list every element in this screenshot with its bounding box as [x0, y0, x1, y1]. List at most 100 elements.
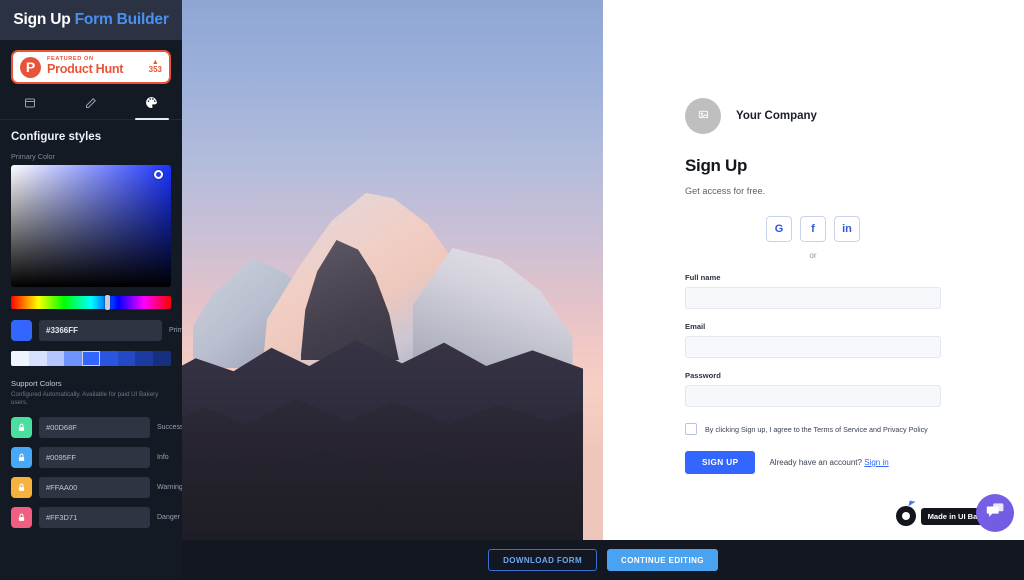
support-tag-label: Info	[157, 453, 169, 461]
field-password: Password	[685, 371, 941, 407]
shade-palette[interactable]	[11, 351, 171, 366]
shade-swatch[interactable]	[82, 351, 100, 366]
ui-bakery-dot	[901, 512, 910, 520]
lock-icon	[11, 476, 32, 498]
email-label: Email	[685, 322, 706, 331]
social-login-buttons: G f in	[685, 216, 941, 242]
chat-widget-button[interactable]	[976, 494, 1014, 532]
field-email: Email	[685, 322, 941, 358]
support-color-list: Success Info Warning Danger	[11, 416, 182, 528]
product-hunt-name: Product Hunt	[47, 62, 124, 77]
support-tag-label: Success	[157, 423, 182, 431]
support-color-row: Success	[11, 416, 182, 438]
tab-layout[interactable]	[0, 90, 61, 119]
mountain-peak	[183, 188, 603, 368]
shade-swatch[interactable]	[135, 351, 154, 366]
email-input[interactable]	[685, 336, 941, 358]
terms-checkbox[interactable]	[685, 423, 697, 435]
terms-text: By clicking Sign up, I agree to the Term…	[705, 424, 928, 434]
password-label: Password	[685, 371, 721, 380]
support-color-row: Warning	[11, 476, 182, 498]
linkedin-login-button[interactable]: in	[834, 216, 860, 242]
lock-icon	[11, 506, 32, 528]
upvote-count: 353	[148, 65, 162, 75]
shade-swatch[interactable]	[11, 351, 29, 366]
google-login-button[interactable]: G	[766, 216, 792, 242]
facebook-login-button[interactable]: f	[800, 216, 826, 242]
continue-editing-button[interactable]: CONTINUE EDITING	[607, 549, 718, 571]
tab-edit[interactable]	[61, 90, 122, 119]
form-title: Sign Up	[685, 156, 748, 175]
image-placeholder-icon	[698, 107, 709, 125]
window-icon	[24, 96, 36, 114]
primary-hex-row: Primary	[11, 320, 182, 341]
password-input[interactable]	[685, 385, 941, 407]
signup-form-panel: Your Company Sign Up Get access for free…	[603, 0, 1024, 540]
sign-in-link[interactable]: Sign in	[864, 458, 888, 467]
terms-row: By clicking Sign up, I agree to the Term…	[685, 423, 941, 435]
support-color-row: Info	[11, 446, 171, 468]
field-full-name: Full name	[685, 273, 941, 309]
avatar	[685, 98, 721, 134]
chat-bubble-icon	[986, 501, 1005, 525]
support-hex-input[interactable]	[39, 416, 150, 438]
pencil-icon	[85, 96, 97, 114]
form-canvas: Your Company Sign Up Get access for free…	[182, 0, 1024, 540]
hue-slider[interactable]	[11, 295, 171, 310]
lock-icon	[11, 416, 32, 438]
ui-bakery-flag	[908, 500, 916, 508]
form-actions: SIGN UP Already have an account? Sign in	[685, 451, 941, 474]
shade-swatch[interactable]	[117, 351, 136, 366]
shade-swatch[interactable]	[99, 351, 118, 366]
primary-color-swatch[interactable]	[11, 320, 32, 341]
support-tag-label: Warning	[157, 483, 182, 491]
support-hex-input[interactable]	[39, 476, 150, 498]
product-hunt-badge-wrap: P FEATURED ON Product Hunt ▲ 353	[0, 40, 182, 90]
sidebar-tabs	[0, 90, 182, 120]
ui-bakery-logo-icon	[895, 500, 916, 526]
existing-account-label: Already have an account?	[769, 458, 862, 467]
full-name-label: Full name	[685, 273, 721, 282]
company-brand: Your Company	[685, 98, 941, 134]
product-hunt-logo-icon: P	[20, 56, 41, 78]
full-name-input[interactable]	[685, 287, 941, 309]
signup-form: Your Company Sign Up Get access for free…	[685, 98, 941, 474]
product-hunt-votes: ▲ 353	[149, 59, 162, 75]
download-form-button[interactable]: DOWNLOAD FORM	[488, 549, 598, 571]
shade-swatch[interactable]	[153, 351, 171, 366]
shade-swatch[interactable]	[46, 351, 65, 366]
picker-handle[interactable]	[154, 170, 163, 179]
bottom-action-bar: DOWNLOAD FORM CONTINUE EDITING	[182, 540, 1024, 580]
panel-heading: Configure styles	[11, 131, 102, 143]
tab-styles[interactable]	[121, 90, 182, 120]
preview-area: Your Company Sign Up Get access for free…	[182, 0, 1024, 580]
support-hex-input[interactable]	[39, 446, 150, 468]
support-tag-label: Danger	[157, 513, 180, 521]
app-title-primary: Sign Up	[13, 11, 71, 28]
sign-up-button[interactable]: SIGN UP	[685, 451, 756, 474]
lock-icon	[11, 446, 32, 468]
shade-swatch[interactable]	[28, 351, 47, 366]
support-colors-description: Configured Automatically. Available for …	[11, 391, 159, 407]
hero-image	[182, 0, 603, 540]
divider-text: or	[809, 251, 817, 260]
styles-panel: Configure styles Primary Color Primary S…	[0, 120, 182, 528]
shade-swatch[interactable]	[64, 351, 83, 366]
existing-account-text: Already have an account? Sign in	[769, 458, 888, 467]
product-hunt-text: FEATURED ON Product Hunt	[47, 57, 143, 76]
product-hunt-badge[interactable]: P FEATURED ON Product Hunt ▲ 353	[11, 50, 171, 84]
company-name: Your Company	[736, 110, 817, 122]
primary-hex-input[interactable]	[39, 320, 162, 341]
app-title: Sign Up Form Builder	[13, 11, 169, 29]
sidebar: Sign Up Form Builder P FEATURED ON Produ…	[0, 0, 182, 580]
support-color-row: Danger	[11, 506, 180, 528]
hue-slider-handle[interactable]	[104, 295, 110, 310]
form-builder-app: Sign Up Form Builder P FEATURED ON Produ…	[0, 0, 1024, 580]
app-title-secondary: Form Builder	[74, 11, 169, 28]
palette-icon	[145, 96, 158, 114]
saturation-value-picker[interactable]	[11, 165, 171, 287]
form-subtitle: Get access for free.	[685, 186, 766, 196]
primary-color-label: Primary Color	[11, 152, 55, 161]
support-hex-input[interactable]	[39, 506, 150, 528]
primary-tag-label: Primary	[169, 327, 182, 334]
